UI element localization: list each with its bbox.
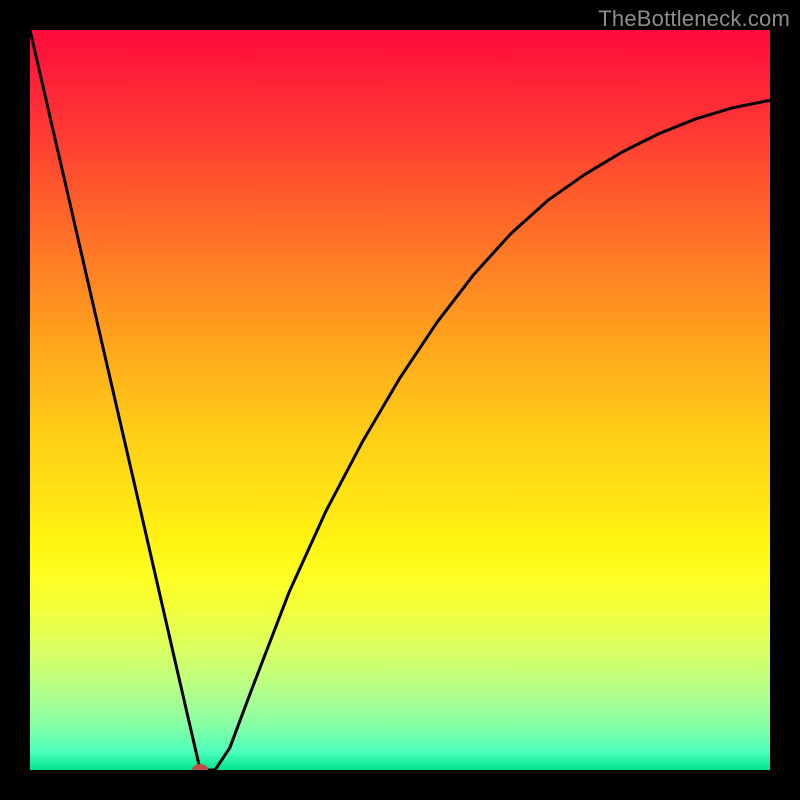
bottleneck-curve xyxy=(30,30,770,770)
plot-area xyxy=(30,30,770,770)
watermark-text: TheBottleneck.com xyxy=(598,6,790,32)
optimal-point-marker xyxy=(192,764,208,770)
chart-frame: TheBottleneck.com xyxy=(0,0,800,800)
curve-svg xyxy=(30,30,770,770)
